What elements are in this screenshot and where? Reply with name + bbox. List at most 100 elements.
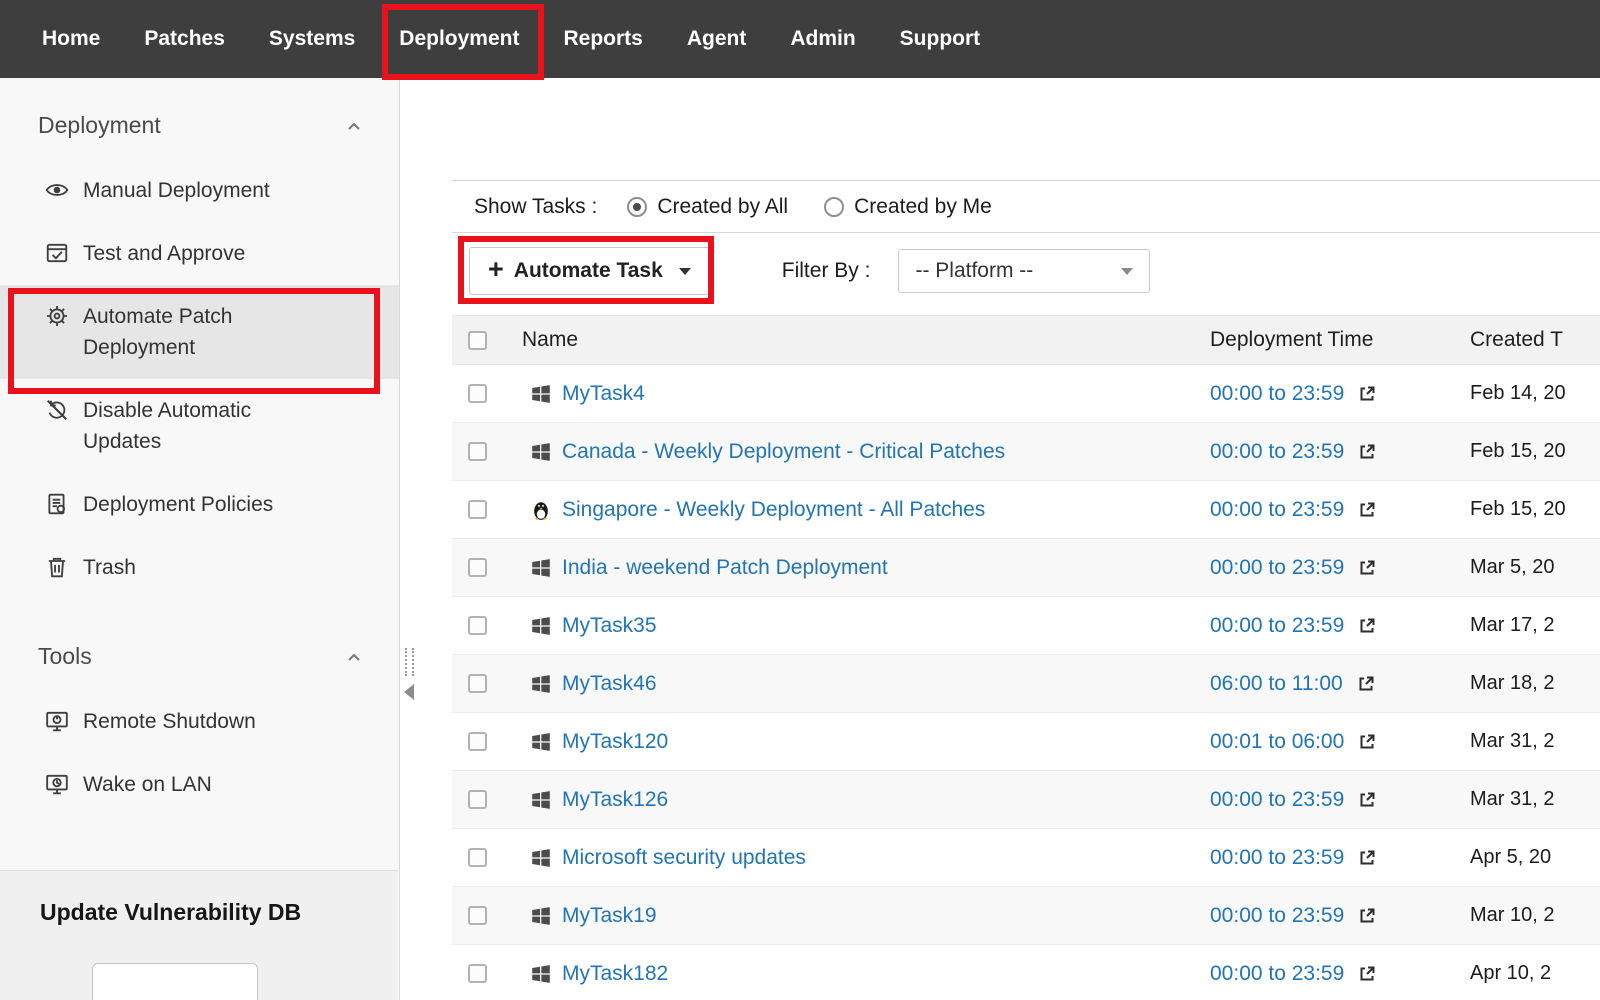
task-name-link[interactable]: MyTask126 (562, 788, 668, 812)
sidebar-item-wake-on-lan[interactable]: Wake on LAN (0, 753, 399, 816)
collapse-left-arrow-icon[interactable] (404, 684, 414, 700)
table-row: Microsoft security updates 00:00 to 23:5… (452, 829, 1600, 887)
external-link-icon[interactable] (1358, 849, 1376, 867)
pane-splitter[interactable] (399, 648, 419, 714)
external-link-icon[interactable] (1358, 791, 1376, 809)
external-link-icon[interactable] (1358, 501, 1376, 519)
table-row: MyTask126 00:00 to 23:59 Mar 31, 2 (452, 771, 1600, 829)
sidebar-section-tools[interactable]: Tools (0, 599, 399, 676)
update-vulnerability-db-label: Update Vulnerability DB (40, 899, 358, 926)
row-checkbox[interactable] (468, 384, 487, 403)
row-checkbox[interactable] (468, 674, 487, 693)
filter-by-label: Filter By : (782, 259, 871, 283)
radio-created-by-me[interactable]: Created by Me (824, 195, 992, 219)
external-link-icon[interactable] (1357, 675, 1375, 693)
task-name-link[interactable]: MyTask19 (562, 904, 657, 928)
nav-item-home[interactable]: Home (42, 27, 100, 51)
deployment-time-link[interactable]: 00:00 to 23:59 (1210, 498, 1344, 522)
deployment-time-link[interactable]: 00:00 to 23:59 (1210, 846, 1344, 870)
select-all-checkbox[interactable] (468, 331, 487, 350)
sidebar-section-deployment[interactable]: Deployment (0, 78, 399, 145)
external-link-icon[interactable] (1358, 965, 1376, 983)
task-name-link[interactable]: MyTask182 (562, 962, 668, 986)
created-time: Mar 5, 20 (1470, 556, 1554, 578)
column-header-deployment-time[interactable]: Deployment Time (1210, 328, 1373, 352)
row-checkbox[interactable] (468, 558, 487, 577)
sidebar-deployment-list: Manual Deployment Test and Approve Autom… (0, 159, 399, 599)
external-link-icon[interactable] (1358, 385, 1376, 403)
table-row: MyTask120 00:01 to 06:00 Mar 31, 2 (452, 713, 1600, 771)
test-approve-icon (45, 241, 69, 265)
sidebar-item-manual-deployment[interactable]: Manual Deployment (0, 159, 399, 222)
row-checkbox[interactable] (468, 732, 487, 751)
nav-item-support[interactable]: Support (900, 27, 980, 51)
column-header-created-time[interactable]: Created T (1470, 328, 1563, 351)
nav-item-agent[interactable]: Agent (687, 27, 747, 51)
deployment-time-link[interactable]: 00:00 to 23:59 (1210, 788, 1344, 812)
task-name-link[interactable]: Microsoft security updates (562, 846, 806, 870)
sidebar-item-label: Remote Shutdown (83, 706, 256, 737)
external-link-icon[interactable] (1358, 559, 1376, 577)
automate-task-button[interactable]: + Automate Task (469, 247, 710, 295)
nav-item-systems[interactable]: Systems (269, 27, 355, 51)
row-checkbox[interactable] (468, 790, 487, 809)
os-icon (530, 499, 552, 521)
task-name-link[interactable]: Canada - Weekly Deployment - Critical Pa… (562, 440, 1005, 464)
radio-icon[interactable] (824, 197, 844, 217)
sidebar-item-disable-automatic-updates[interactable]: Disable Automatic Updates (0, 379, 399, 473)
nav-item-admin[interactable]: Admin (790, 27, 855, 51)
created-time: Mar 18, 2 (1470, 672, 1554, 694)
external-link-icon[interactable] (1358, 733, 1376, 751)
sidebar-item-trash[interactable]: Trash (0, 536, 399, 599)
deployment-time-link[interactable]: 06:00 to 11:00 (1210, 672, 1343, 696)
sidebar-item-label: Automate Patch Deployment (83, 301, 318, 363)
row-checkbox[interactable] (468, 848, 487, 867)
os-icon (530, 963, 552, 985)
task-name-link[interactable]: India - weekend Patch Deployment (562, 556, 888, 580)
deployment-time-link[interactable]: 00:00 to 23:59 (1210, 904, 1344, 928)
deployment-time-link[interactable]: 00:01 to 06:00 (1210, 730, 1344, 754)
external-link-icon[interactable] (1358, 907, 1376, 925)
row-checkbox[interactable] (468, 442, 487, 461)
nav-item-deployment[interactable]: Deployment (399, 27, 519, 51)
update-db-button[interactable] (92, 963, 258, 1000)
deployment-time-link[interactable]: 00:00 to 23:59 (1210, 614, 1344, 638)
row-checkbox[interactable] (468, 616, 487, 635)
sidebar-item-test-and-approve[interactable]: Test and Approve (0, 222, 399, 285)
nav-item-patches[interactable]: Patches (144, 27, 225, 51)
radio-label: Created by All (657, 195, 788, 219)
task-name-link[interactable]: MyTask46 (562, 672, 657, 696)
nav-item-reports[interactable]: Reports (563, 27, 642, 51)
task-name-link[interactable]: Singapore - Weekly Deployment - All Patc… (562, 498, 985, 522)
radio-icon[interactable] (627, 197, 647, 217)
sidebar-item-remote-shutdown[interactable]: Remote Shutdown (0, 690, 399, 753)
deployment-time-link[interactable]: 00:00 to 23:59 (1210, 556, 1344, 580)
table-row: MyTask4 00:00 to 23:59 Feb 14, 20 (452, 365, 1600, 423)
plus-icon: + (488, 256, 504, 283)
row-checkbox[interactable] (468, 500, 487, 519)
table-row: Singapore - Weekly Deployment - All Patc… (452, 481, 1600, 539)
task-name-link[interactable]: MyTask120 (562, 730, 668, 754)
external-link-icon[interactable] (1358, 617, 1376, 635)
table-row: Canada - Weekly Deployment - Critical Pa… (452, 423, 1600, 481)
os-icon (530, 905, 552, 927)
radio-created-by-all[interactable]: Created by All (627, 195, 788, 219)
sidebar-item-automate-patch-deployment[interactable]: Automate Patch Deployment (0, 285, 399, 379)
disable-updates-icon (45, 398, 69, 422)
chevron-down-icon (679, 268, 691, 275)
task-name-link[interactable]: MyTask4 (562, 382, 645, 406)
deployment-time-link[interactable]: 00:00 to 23:59 (1210, 382, 1344, 406)
os-icon (530, 615, 552, 637)
platform-dropdown[interactable]: -- Platform -- (898, 249, 1150, 293)
external-link-icon[interactable] (1358, 443, 1376, 461)
sidebar-item-deployment-policies[interactable]: Deployment Policies (0, 473, 399, 536)
task-name-link[interactable]: MyTask35 (562, 614, 657, 638)
monitor-clock-icon (45, 772, 69, 796)
column-header-name[interactable]: Name (522, 328, 578, 352)
deployment-time-link[interactable]: 00:00 to 23:59 (1210, 962, 1344, 986)
main-content: Show Tasks : Created by All Created by M… (401, 78, 1600, 1000)
gear-icon (45, 304, 69, 328)
row-checkbox[interactable] (468, 964, 487, 983)
deployment-time-link[interactable]: 00:00 to 23:59 (1210, 440, 1344, 464)
row-checkbox[interactable] (468, 906, 487, 925)
